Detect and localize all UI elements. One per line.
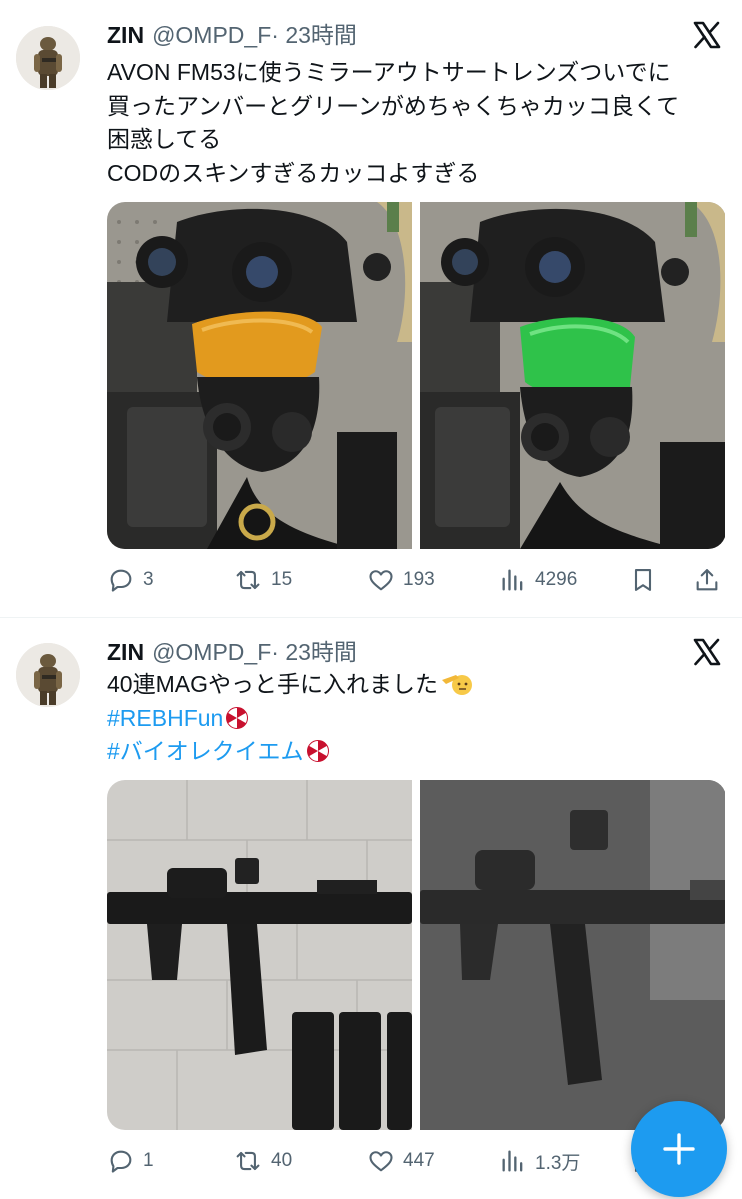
tweet-actions: 3 15 193 4296 — [107, 562, 727, 598]
like-button[interactable]: 447 — [367, 1143, 435, 1179]
x-logo-icon[interactable] — [692, 637, 722, 667]
photo-rifle-game-render — [420, 780, 725, 1130]
repost-icon — [236, 1151, 260, 1171]
tweet-media — [107, 202, 726, 549]
timestamp[interactable]: · 23時間 — [271, 22, 357, 48]
display-name[interactable]: ZIN — [107, 22, 144, 48]
reply-count: 3 — [143, 569, 154, 590]
tweet-header: ZIN @OMPD_F· 23時間 — [107, 18, 662, 52]
tweet-text: 40連MAGやっと手に入れました #REBHFun #バイオレクイエム — [107, 668, 722, 769]
like-button[interactable]: 193 — [367, 562, 435, 598]
plus-icon — [663, 1133, 695, 1165]
share-icon — [696, 569, 718, 591]
tweet[interactable]: ZIN @OMPD_F· 23時間 40連MAGやっと手に入れました #REBHF… — [0, 617, 742, 1199]
media-photo-rifle-tiles[interactable] — [107, 780, 412, 1130]
tweet-media — [107, 780, 726, 1130]
avatar-image — [16, 643, 80, 707]
repost-button[interactable]: 15 — [233, 562, 292, 598]
bookmark-button[interactable] — [629, 562, 665, 598]
bookmark-icon — [634, 569, 652, 591]
photo-gas-mask-amber-lens — [107, 202, 412, 549]
heart-icon — [369, 1151, 393, 1172]
green-lens — [520, 317, 635, 398]
hashtag-line: #REBHFun — [107, 702, 722, 736]
amber-lens — [192, 311, 322, 387]
heart-icon — [369, 570, 393, 591]
avatar[interactable] — [16, 26, 80, 90]
views-button[interactable]: 1.3万 — [499, 1143, 580, 1179]
repost-count: 40 — [271, 1150, 293, 1171]
umbrella-logo-icon — [226, 706, 249, 729]
hashtag-line: #バイオレクイエム — [107, 735, 722, 769]
display-name[interactable]: ZIN — [107, 639, 144, 665]
tweet-text-content: 40連MAGやっと手に入れました — [107, 671, 438, 697]
views-button[interactable]: 4296 — [499, 562, 577, 598]
saluting-face-emoji-icon — [441, 675, 472, 695]
media-photo-green[interactable] — [420, 202, 725, 549]
user-handle[interactable]: @OMPD_F — [152, 639, 271, 665]
user-handle[interactable]: @OMPD_F — [152, 22, 271, 48]
like-count: 447 — [403, 1150, 435, 1171]
tweet-header: ZIN @OMPD_F· 23時間 — [107, 635, 662, 669]
photo-gas-mask-green-lens — [420, 202, 725, 549]
tweet-text-line: 困惑してる — [107, 126, 222, 152]
umbrella-logo-icon — [306, 740, 329, 762]
tweet[interactable]: ZIN @OMPD_F· 23時間 AVON FM53に使うミラーアウトサートレン… — [0, 0, 742, 617]
hashtag-link[interactable]: #REBHFun — [107, 705, 223, 731]
reply-icon — [110, 1150, 132, 1173]
views-count: 1.3万 — [535, 1152, 581, 1174]
x-logo-icon[interactable] — [692, 20, 722, 50]
reply-icon — [110, 569, 132, 592]
media-photo-rifle-render[interactable] — [420, 780, 725, 1130]
photo-rifle-on-tiles — [107, 780, 412, 1130]
timestamp[interactable]: · 23時間 — [271, 639, 357, 665]
avatar-image — [16, 26, 80, 90]
avatar[interactable] — [16, 643, 80, 707]
views-count: 4296 — [535, 569, 578, 590]
compose-button[interactable] — [631, 1101, 727, 1197]
analytics-icon — [502, 569, 523, 591]
share-button[interactable] — [693, 562, 729, 598]
repost-button[interactable]: 40 — [233, 1143, 292, 1179]
reply-count: 1 — [143, 1150, 154, 1171]
tweet-text-line: 買ったアンバーとグリーンがめちゃくちゃカッコ良くて — [107, 92, 680, 119]
tweet-text-line: 40連MAGやっと手に入れました — [107, 668, 722, 702]
like-count: 193 — [403, 569, 435, 590]
reply-button[interactable]: 1 — [107, 1143, 154, 1179]
tweet-text: AVON FM53に使うミラーアウトサートレンズついでに 買ったアンバーとグリー… — [107, 56, 722, 190]
tweet-text-line: CODのスキンすぎるカッコよすぎる — [107, 159, 480, 186]
hashtag-link[interactable]: #バイオレクイエム — [107, 738, 304, 764]
analytics-icon — [502, 1150, 523, 1172]
media-photo-amber[interactable] — [107, 202, 412, 549]
repost-count: 15 — [271, 569, 293, 590]
tweet-text-line: AVON FM53に使うミラーアウトサートレンズついでに — [107, 59, 671, 85]
reply-button[interactable]: 3 — [107, 562, 154, 598]
repost-icon — [236, 570, 260, 590]
